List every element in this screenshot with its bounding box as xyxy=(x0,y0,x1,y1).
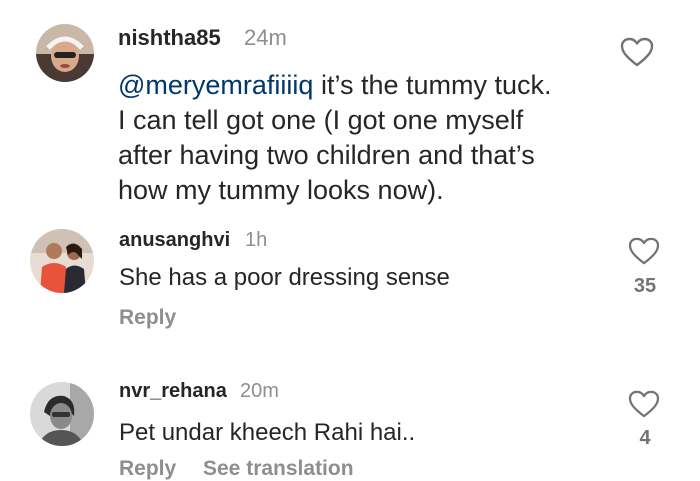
avatar[interactable] xyxy=(30,382,94,446)
reply-button[interactable]: Reply xyxy=(119,457,176,481)
comment-text: Pet undar kheech Rahi hai.. xyxy=(119,419,416,446)
comment-time: 1h xyxy=(245,229,268,251)
avatar[interactable] xyxy=(30,229,94,293)
comment-username[interactable]: nvr_rehana xyxy=(119,380,227,403)
like-count: 4 xyxy=(639,427,651,449)
comment-text-line: how my tummy looks now). xyxy=(118,175,444,205)
comment-text: @meryemrafiiiiq it’s the tummy tuck. I c… xyxy=(118,68,552,208)
reply-button[interactable]: Reply xyxy=(119,306,176,330)
comment-text-line: I can tell got one (I got one myself xyxy=(118,105,524,135)
comment-text-line: after having two children and that’s xyxy=(118,140,535,170)
comment-time: 24m xyxy=(244,25,287,50)
comment-username[interactable]: nishtha85 xyxy=(118,25,221,51)
heart-outline-icon[interactable] xyxy=(628,237,660,265)
see-translation-button[interactable]: See translation xyxy=(203,457,354,481)
heart-outline-icon[interactable] xyxy=(620,37,654,67)
comment-username[interactable]: anusanghvi xyxy=(119,229,230,252)
comment-text-line: it’s the tummy tuck. xyxy=(313,70,552,100)
mention-link[interactable]: @meryemrafiiiiq xyxy=(118,70,313,100)
avatar[interactable] xyxy=(36,24,94,82)
comment-time: 20m xyxy=(240,380,279,402)
comment-text: She has a poor dressing sense xyxy=(119,264,450,291)
heart-outline-icon[interactable] xyxy=(628,390,660,418)
like-count: 35 xyxy=(633,275,657,297)
